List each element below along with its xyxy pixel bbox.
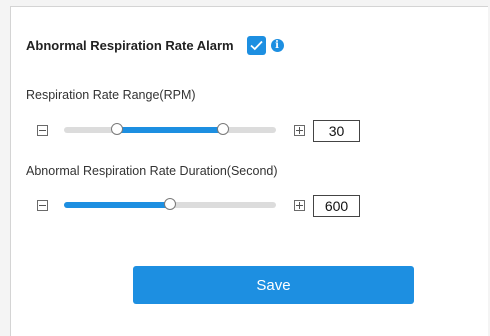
rate-range-value-input[interactable]: 30: [313, 120, 360, 142]
rate-range-label: Respiration Rate Range(RPM): [26, 88, 196, 102]
duration-increase-button[interactable]: [294, 200, 305, 211]
rate-range-slider[interactable]: [64, 123, 276, 135]
rate-range-high-handle[interactable]: [217, 123, 229, 135]
duration-fill: [64, 202, 170, 208]
rate-range-increase-button[interactable]: [294, 125, 305, 136]
rate-range-decrease-button[interactable]: [37, 125, 48, 136]
minus-icon: [39, 130, 46, 131]
plus-icon-v: [299, 127, 300, 134]
rate-range-low-handle[interactable]: [111, 123, 123, 135]
info-icon[interactable]: i: [270, 39, 284, 52]
alarm-checkbox[interactable]: [246, 36, 266, 55]
duration-slider[interactable]: [64, 198, 276, 210]
rate-range-fill: [117, 127, 223, 133]
checkmark-icon: [249, 40, 263, 51]
save-button[interactable]: Save: [133, 266, 414, 304]
duration-handle[interactable]: [164, 198, 176, 210]
duration-value-input[interactable]: 600: [313, 195, 360, 217]
plus-icon-v: [299, 202, 300, 209]
duration-decrease-button[interactable]: [37, 200, 48, 211]
alarm-label: Abnormal Respiration Rate Alarm: [26, 38, 234, 53]
duration-label: Abnormal Respiration Rate Duration(Secon…: [26, 164, 278, 178]
minus-icon: [39, 205, 46, 206]
alarm-row: Abnormal Respiration Rate Alarm i: [26, 36, 284, 55]
